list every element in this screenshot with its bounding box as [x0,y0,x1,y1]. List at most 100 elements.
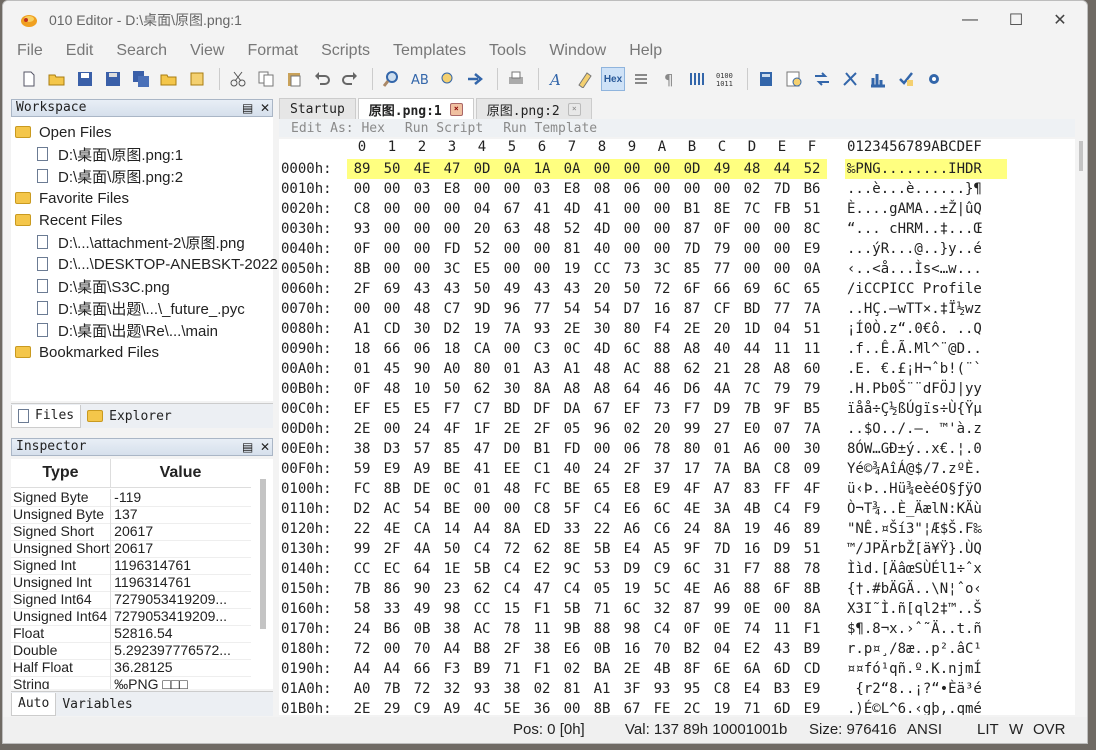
hex-byte[interactable]: FD [557,439,587,459]
hex-byte[interactable]: 00 [767,599,797,619]
hex-byte[interactable]: B9 [797,639,827,659]
ascii-text[interactable]: .)É©L^6.‹gþ,.qmé [847,699,1007,715]
maximize-button[interactable]: ☐ [993,1,1039,39]
hex-byte[interactable]: FE [647,699,677,715]
hex-byte[interactable]: DF [527,399,557,419]
float-panel-icon[interactable]: ▤ [242,100,253,116]
hex-byte[interactable]: 49 [707,159,737,179]
hex-byte[interactable]: 0E [707,619,737,639]
hex-byte[interactable]: 00 [737,219,767,239]
hex-byte[interactable]: 22 [347,519,377,539]
recent-file-item[interactable]: D:\...\attachment-2\原图.png [37,231,299,253]
hex-byte[interactable]: 87 [677,599,707,619]
hex-byte[interactable]: 0A [497,159,527,179]
hex-byte[interactable]: 0D [467,159,497,179]
hex-byte[interactable]: 00 [677,179,707,199]
hex-byte[interactable]: AC [617,359,647,379]
recent-file-item[interactable]: D:\桌面\出题\...\_future_.pyc [37,297,299,319]
hex-byte[interactable]: 41 [527,199,557,219]
hex-byte[interactable]: 50 [617,279,647,299]
hex-byte[interactable]: E6 [557,639,587,659]
tab-file-2[interactable]: 原图.png:2 × [475,98,592,119]
hex-byte[interactable]: FF [767,479,797,499]
recent-file-item[interactable]: D:\桌面\S3C.png [37,275,299,297]
hex-editor[interactable]: 0 1 2 3 4 5 6 7 8 9 A B C D E F 0123456789ABCDEF 0000h: 8… [279,139,1075,715]
hex-byte[interactable]: 07 [767,419,797,439]
hex-byte[interactable]: A4 [437,639,467,659]
hex-byte[interactable]: 24 [677,519,707,539]
ascii-text[interactable]: /iCCPICC Profile [847,279,1007,299]
hex-byte[interactable]: CD [797,659,827,679]
hex-byte[interactable]: D3 [377,439,407,459]
hex-byte[interactable]: 57 [407,439,437,459]
hex-byte[interactable]: 52 [557,219,587,239]
float-panel-icon[interactable]: ▤ [242,439,253,455]
hex-byte[interactable]: 19 [467,319,497,339]
hex-byte[interactable]: C4 [767,499,797,519]
hex-byte[interactable]: 0B [407,619,437,639]
minimize-button[interactable]: — [947,1,993,39]
hex-byte[interactable]: 96 [497,299,527,319]
hex-byte[interactable]: 0A [797,259,827,279]
hex-byte[interactable]: 04 [467,199,497,219]
hex-byte[interactable]: 66 [407,659,437,679]
hex-byte[interactable]: BD [737,299,767,319]
hex-row[interactable]: 00E0h: 38 D3 57 85 47 D0 B1 FD 00 06 78 80 01 A6 00 30 8Ó… [279,439,1075,459]
hex-byte[interactable]: 7D [767,179,797,199]
hex-byte[interactable]: 36 [527,699,557,715]
hex-byte[interactable]: 48 [377,379,407,399]
hex-byte[interactable]: 7B [347,579,377,599]
hex-byte[interactable]: 27 [707,419,737,439]
hex-byte[interactable]: 00 [767,439,797,459]
hex-row[interactable]: 0110h: D2 AC 54 BE 00 00 C8 5F C4 E6 6C 4E 3A 4B C4 F9 Ò¬… [279,499,1075,519]
hex-byte[interactable]: A7 [707,479,737,499]
hex-byte[interactable]: 64 [407,559,437,579]
hex-byte[interactable]: 37 [647,459,677,479]
inspector-row[interactable]: Half Float 36.28125 [11,659,251,677]
hex-byte[interactable]: 70 [647,639,677,659]
hex-row[interactable]: 0010h: 00 00 03 E8 00 00 03 E8 08 06 00 00 00 02 7D B6..… [279,179,1075,199]
ascii-text[interactable]: .E. €.£¡H¬ˆb!(¨` [847,359,1007,379]
hex-byte[interactable]: E9 [377,459,407,479]
hex-row[interactable]: 0050h: 8B 00 00 3C E5 00 00 19 CC 73 3C 85 77 00 00 0A ‹.… [279,259,1075,279]
hex-byte[interactable]: 16 [647,299,677,319]
hex-byte[interactable]: 9B [557,619,587,639]
hex-byte[interactable]: C4 [557,579,587,599]
hex-byte[interactable]: 73 [647,399,677,419]
hex-byte[interactable]: 00 [467,179,497,199]
inspector-row[interactable]: Signed Int64 7279053419209... [11,591,251,609]
hex-byte[interactable]: C4 [467,539,497,559]
hex-byte[interactable]: CA [407,519,437,539]
hex-byte[interactable]: 11 [767,619,797,639]
hex-byte[interactable]: 0F [707,219,737,239]
hex-byte[interactable]: C7 [467,399,497,419]
hex-byte[interactable]: 98 [437,599,467,619]
hex-byte[interactable]: D7 [617,299,647,319]
menu-format[interactable]: Format [233,39,307,63]
recent-file-item[interactable]: D:\...\DESKTOP-ANEBSKT-2022 [37,253,299,275]
hex-byte[interactable]: CC [347,559,377,579]
ascii-text[interactable]: {r2“8..¡?“•Èä³é [847,679,1007,699]
hex-byte[interactable]: 30 [797,439,827,459]
hex-byte[interactable]: 8F [677,659,707,679]
hex-byte[interactable]: A1 [347,319,377,339]
calculator-icon[interactable] [754,67,778,91]
tab-variables[interactable]: Variables [56,693,138,715]
menu-file[interactable]: File [3,39,52,63]
hex-byte[interactable]: 46 [767,519,797,539]
hex-byte[interactable]: 48 [407,299,437,319]
hex-row[interactable]: 0140h: CC EC 64 1E 5B C4 E2 9C 53 D9 C9 6C 31 F7 88 78 Ìì… [279,559,1075,579]
hex-byte[interactable]: 5B [557,599,587,619]
hex-byte[interactable]: 10 [407,379,437,399]
hex-byte[interactable]: C6 [647,519,677,539]
hex-row[interactable]: 0180h: 72 00 70 A4 B8 2F 38 E6 0B 16 70 B2 04 E2 43 B9 r.… [279,639,1075,659]
hex-byte[interactable]: 43 [557,279,587,299]
ascii-text[interactable]: .H.Pb0Š¨¨dFÖJ|yy [847,379,1007,399]
hex-byte[interactable]: 11 [797,339,827,359]
hex-byte[interactable]: 53 [587,559,617,579]
hex-byte[interactable]: E9 [647,479,677,499]
inspector-scrollbar[interactable] [260,479,266,629]
hex-byte[interactable]: 64 [617,379,647,399]
hex-byte[interactable]: 65 [797,279,827,299]
ascii-text[interactable]: Yé©¾AîÁ@$/7.zºÈ. [847,459,1007,479]
